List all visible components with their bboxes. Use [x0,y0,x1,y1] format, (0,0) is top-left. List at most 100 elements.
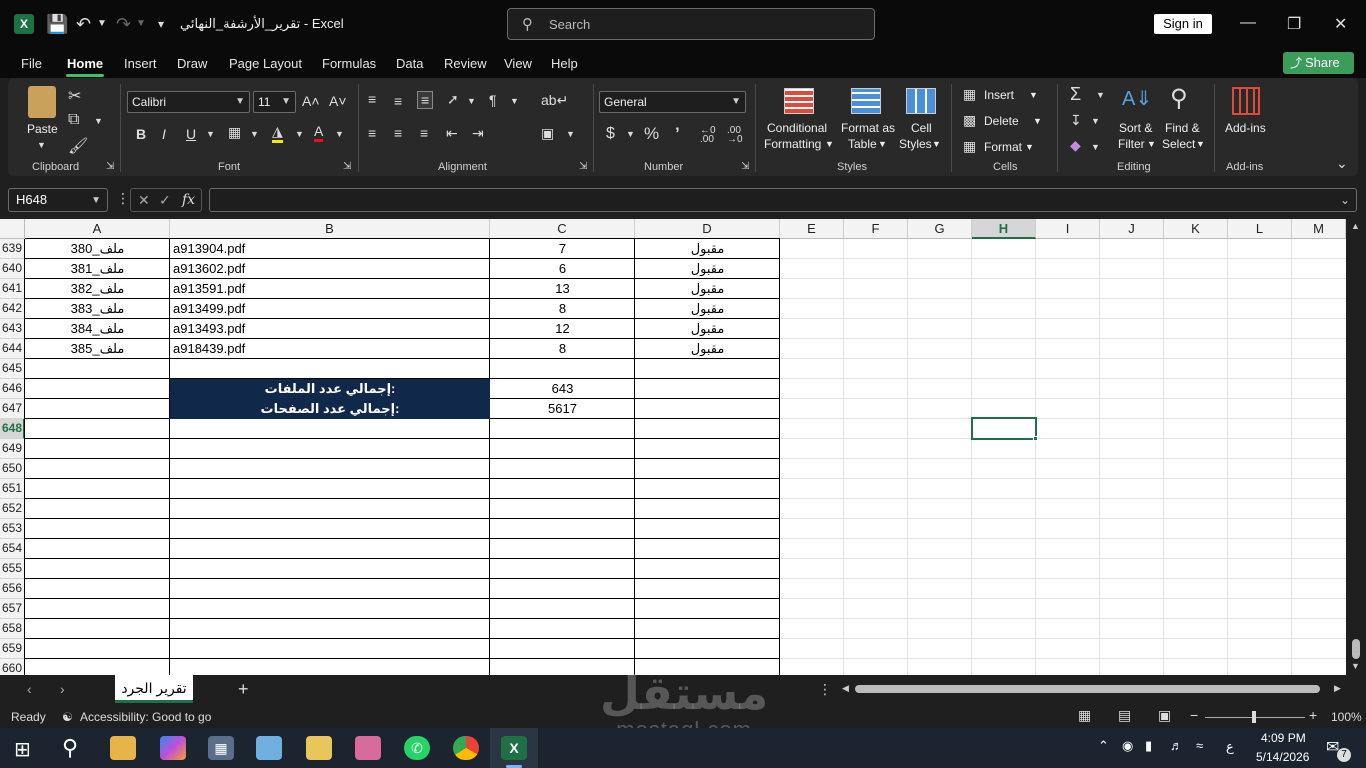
save-icon[interactable]: 💾 [46,12,68,36]
zoom-in-icon[interactable]: + [1309,707,1317,723]
cell-file-name[interactable]: ملف_381 [25,259,170,279]
borders-icon[interactable]: ▦ [228,124,241,141]
horizontal-scroll-thumb[interactable] [855,685,1320,693]
cell-file-path[interactable]: a918439.pdf [170,339,490,359]
menu-review[interactable]: Review [444,56,487,71]
zoom-slider-thumb[interactable] [1252,711,1256,723]
cell-status[interactable]: مقبول [635,259,780,279]
font-color-icon[interactable]: A [314,123,324,142]
sort-filter-label-2[interactable]: Filter [1118,137,1145,152]
align-top-icon[interactable]: ≡ [368,91,376,107]
copilot-icon[interactable] [160,736,186,760]
camera-icon[interactable]: ◉ [1122,738,1133,754]
search-box[interactable]: ⚲ Search [507,8,875,40]
sheet-tab-inventory[interactable]: تقرير الجرد [115,675,193,703]
fill-color-icon[interactable]: ◮ [272,123,283,143]
column-header-j[interactable]: J [1100,219,1164,239]
scroll-down-icon[interactable]: ▼ [1351,661,1360,671]
format-cells-label[interactable]: Format [984,140,1022,155]
column-header-m[interactable]: M [1292,219,1346,239]
name-box[interactable]: H648 ▼ [8,188,108,212]
format-as-table-icon[interactable] [851,88,881,114]
cell-styles-label-1[interactable]: Cell [911,121,932,136]
format-cells-icon[interactable]: ▦ [963,138,976,155]
autosum-icon[interactable]: Σ [1070,84,1081,105]
text-direction-dropdown-icon[interactable]: ▼ [510,96,519,106]
menu-home[interactable]: Home [67,56,103,71]
input-language[interactable]: ع [1226,739,1234,755]
column-header-l[interactable]: L [1228,219,1292,239]
row-header-656[interactable]: 656 [0,579,25,599]
add-sheet-icon[interactable]: + [238,679,249,700]
menu-help[interactable]: Help [551,56,578,71]
cell-page-count[interactable]: 8 [490,339,635,359]
cell-page-count[interactable]: 6 [490,259,635,279]
copy-dropdown-icon[interactable]: ▼ [94,116,103,126]
add-ins-icon[interactable] [1232,87,1260,115]
menu-formulas[interactable]: Formulas [322,56,376,71]
cell-file-name[interactable]: ملف_383 [25,299,170,319]
text-direction-icon[interactable]: ¶ [489,92,497,108]
percent-button[interactable]: % [644,124,659,144]
conditional-formatting-label-1[interactable]: Conditional [767,121,827,136]
cell-file-path[interactable]: a913602.pdf [170,259,490,279]
decrease-font-icon[interactable]: A˅ [329,93,347,109]
cancel-icon[interactable]: ✕ [138,192,150,209]
active-cell[interactable] [971,417,1037,440]
currency-dropdown-icon[interactable]: ▼ [626,129,635,139]
find-select-label-2[interactable]: Select [1162,137,1195,152]
vertical-scrollbar[interactable]: ▲ ▼ [1346,219,1366,675]
fill-color-dropdown-icon[interactable]: ▼ [295,129,304,139]
cell-file-path[interactable]: a913493.pdf [170,319,490,339]
column-header-k[interactable]: K [1164,219,1228,239]
formula-input[interactable]: ⌄ [209,188,1357,212]
insert-function-icon[interactable]: fx [182,192,195,208]
more-options-icon[interactable]: ⋮ [116,190,130,207]
cell-total-label[interactable]: إجمالي عدد الصفحات: [170,399,490,419]
scroll-up-icon[interactable]: ▲ [1351,221,1360,231]
font-color-dropdown-icon[interactable]: ▼ [335,129,344,139]
collapse-ribbon-icon[interactable]: ⌄ [1336,155,1348,172]
increase-font-icon[interactable]: A˄ [302,93,320,109]
worksheet-grid[interactable]: ABCDEFGHIJKLM 639 640 641 642 643 644 645 646 64… [0,219,1346,675]
find-select-label-1[interactable]: Find & [1165,121,1200,136]
column-header-c[interactable]: C [490,219,635,239]
alignment-launcher-icon[interactable]: ⇲ [579,161,587,172]
row-header-649[interactable]: 649 [0,439,25,459]
sort-filter-icon[interactable]: A⇓ [1122,86,1152,111]
sort-filter-label-1[interactable]: Sort & [1119,121,1152,136]
decrease-indent-icon[interactable]: ⇤ [446,125,458,142]
cell-styles-icon[interactable] [906,88,936,114]
page-layout-view-icon[interactable]: ▤ [1118,707,1131,724]
row-header-646[interactable]: 646 [0,379,25,399]
format-as-table-label-1[interactable]: Format as [841,121,895,136]
column-header-a[interactable]: A [25,219,170,239]
tab-options-icon[interactable]: ⋮ [818,681,832,698]
column-header-b[interactable]: B [170,219,490,239]
merge-dropdown-icon[interactable]: ▼ [566,129,575,139]
conditional-formatting-icon[interactable] [784,88,814,114]
row-header-641[interactable]: 641 [0,279,25,299]
column-header-d[interactable]: D [635,219,780,239]
menu-view[interactable]: View [504,56,532,71]
font-name-select[interactable]: Calibri ▼ [127,91,250,113]
cell-page-count[interactable]: 13 [490,279,635,299]
merge-center-icon[interactable]: ▣ [541,125,554,142]
page-break-view-icon[interactable]: ▣ [1158,707,1171,724]
cell-file-path[interactable]: a913591.pdf [170,279,490,299]
cell-styles-label-2[interactable]: Styles [899,137,932,152]
notification-count[interactable]: 7 [1337,748,1351,762]
clear-dropdown-icon[interactable]: ▼ [1091,142,1100,152]
notepad-icon[interactable] [256,736,282,760]
clock-date[interactable]: 5/14/2026 [1256,750,1309,764]
cell-total-label[interactable]: إجمالي عدد الملفات: [170,379,490,399]
font-launcher-icon[interactable]: ⇲ [343,161,351,172]
align-bottom-icon[interactable]: ≡ [417,91,434,109]
undo-dropdown-icon[interactable]: ▼ [97,12,107,36]
format-painter-icon[interactable]: 🖌 [68,136,88,156]
row-header-644[interactable]: 644 [0,339,25,359]
column-header-i[interactable]: I [1036,219,1100,239]
cell-status[interactable]: مقبول [635,339,780,359]
row-header-643[interactable]: 643 [0,319,25,339]
align-left-icon[interactable]: ≡ [368,125,376,141]
